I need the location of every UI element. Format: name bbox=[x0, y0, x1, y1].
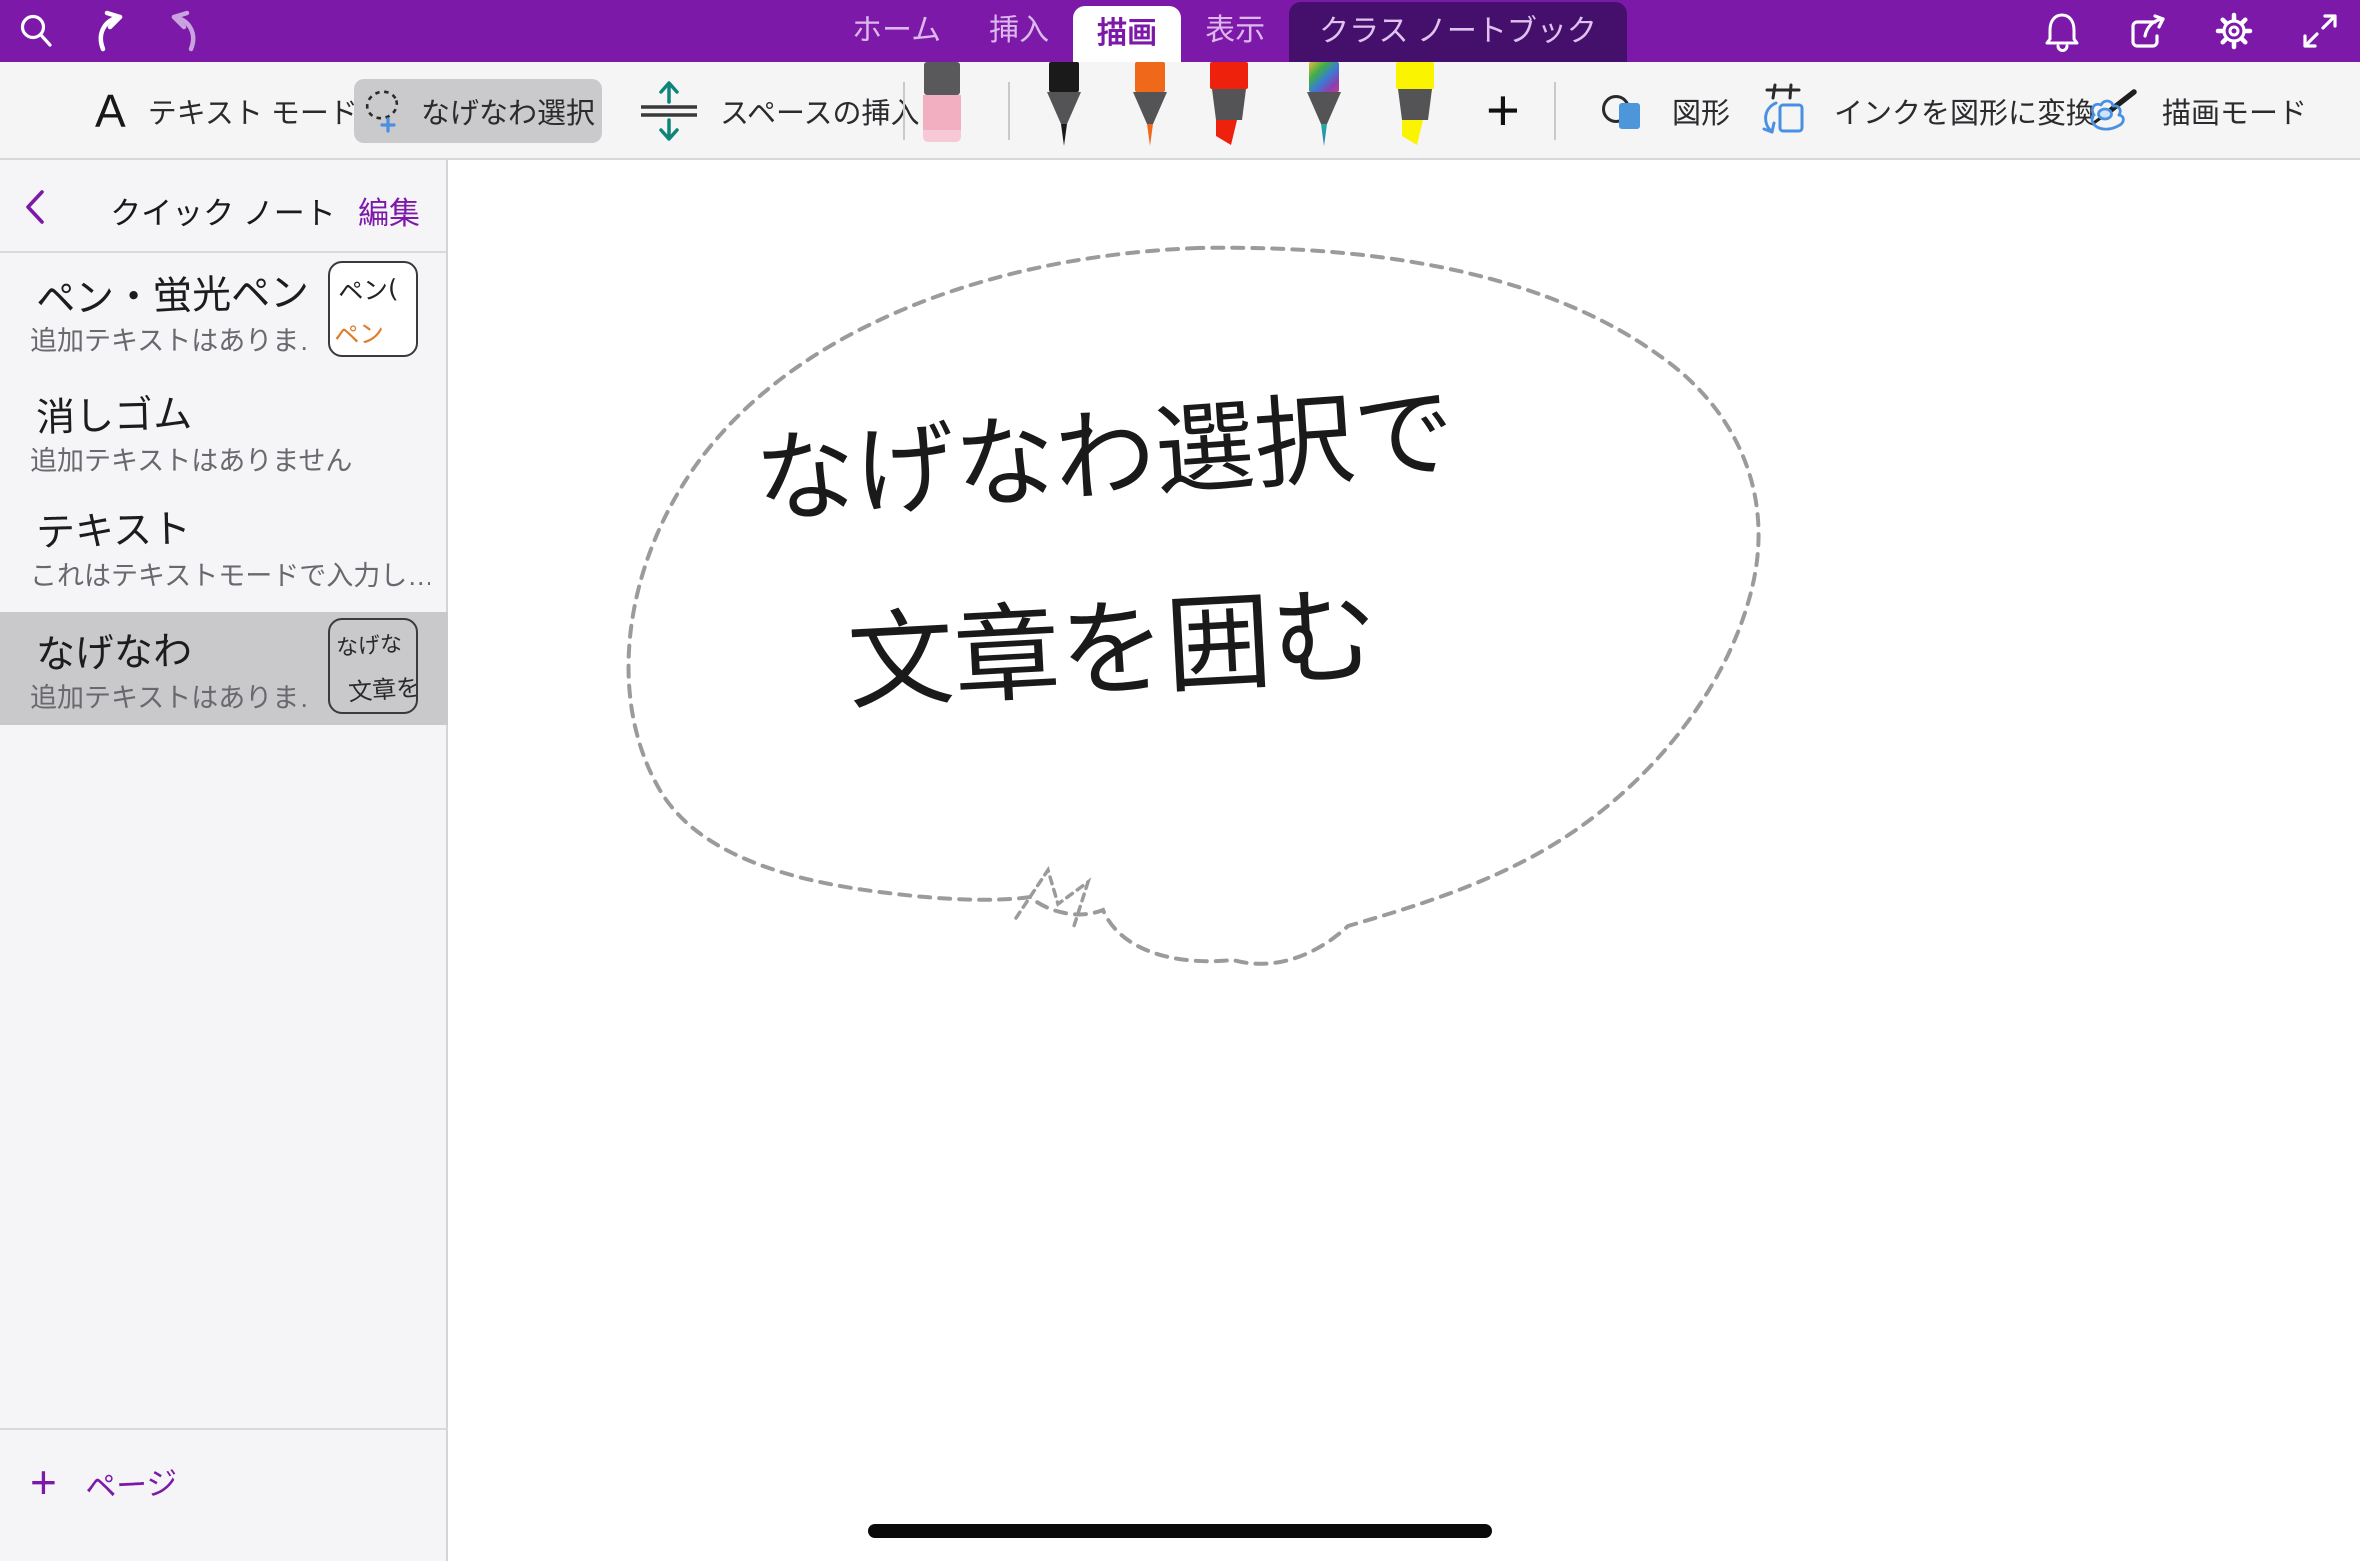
page-list-sidebar: クイック ノート 編集 ペン・蛍光ペン 追加テキストはありま… ペン( ペン 消… bbox=[0, 160, 448, 1561]
ink-to-shape-icon bbox=[1758, 83, 1812, 139]
lasso-select-button[interactable]: なげなわ選択 bbox=[354, 79, 602, 143]
page-title-ink: 消しゴム bbox=[35, 383, 192, 443]
page-subtitle: 追加テキストはありま… bbox=[30, 319, 310, 358]
thumbnail-ink-line: 文章を bbox=[347, 668, 418, 708]
onenote-app: ホーム 挿入 描画 表示 クラス ノートブック bbox=[0, 0, 2360, 1561]
edit-button[interactable]: 編集 bbox=[358, 188, 420, 233]
page-title-ink: ペン・蛍光ペン bbox=[35, 261, 309, 324]
ink-handwriting-line-1: なげなわ選択で bbox=[752, 373, 1458, 539]
shapes-label: 図形 bbox=[1672, 90, 1730, 132]
orange-pen-tool[interactable] bbox=[1128, 62, 1172, 148]
top-app-bar: ホーム 挿入 描画 表示 クラス ノートブック bbox=[0, 0, 2360, 62]
page-item-eraser[interactable]: 消しゴム 追加テキストはありません bbox=[0, 375, 448, 490]
insert-space-button[interactable]: スペースの挿入 bbox=[640, 62, 920, 160]
search-icon[interactable] bbox=[14, 9, 58, 53]
toolbar-separator bbox=[1008, 82, 1010, 140]
tab-insert[interactable]: 挿入 bbox=[965, 0, 1073, 62]
draw-toolbar: A テキスト モード なげなわ選択 bbox=[0, 62, 2360, 160]
sidebar-footer: + ページ bbox=[0, 1428, 448, 1561]
insert-space-icon bbox=[640, 79, 698, 143]
add-pen-button[interactable]: + bbox=[1486, 72, 1520, 150]
page-title-ink: テキスト bbox=[35, 498, 191, 558]
lasso-select-label: なげなわ選択 bbox=[421, 90, 595, 132]
draw-mode-label: 描画モード bbox=[2162, 90, 2307, 132]
add-page-label: ページ bbox=[84, 1457, 179, 1507]
ribbon-tabs: ホーム 挿入 描画 表示 クラス ノートブック bbox=[828, 0, 1627, 62]
thumbnail-ink-line: ペン( bbox=[337, 269, 399, 309]
page-title-ink: なげなわ bbox=[35, 620, 192, 680]
draw-mode-hand-pen-icon bbox=[2082, 85, 2140, 137]
ink-handwriting-line-2: 文章を囲む bbox=[845, 574, 1381, 725]
lasso-icon bbox=[361, 85, 407, 137]
insert-space-label: スペースの挿入 bbox=[720, 90, 920, 132]
tab-view[interactable]: 表示 bbox=[1181, 0, 1289, 62]
fullscreen-icon[interactable] bbox=[2298, 9, 2342, 53]
text-mode-label: テキスト モード bbox=[148, 90, 358, 132]
ink-to-shape-button[interactable]: インクを図形に変換 bbox=[1758, 62, 2095, 160]
page-subtitle: 追加テキストはありま… bbox=[30, 676, 310, 715]
page-subtitle: 追加テキストはありません bbox=[30, 439, 352, 478]
page-item-text[interactable]: テキスト これはテキストモードで入力し… bbox=[0, 490, 448, 612]
top-bar-right-icons bbox=[2040, 0, 2342, 62]
tab-home[interactable]: ホーム bbox=[828, 0, 965, 62]
share-icon[interactable] bbox=[2126, 9, 2170, 53]
tab-class-notebook[interactable]: クラス ノートブック bbox=[1289, 2, 1627, 62]
gear-icon[interactable] bbox=[2212, 9, 2256, 53]
ink-layer: なげなわ選択で 文章を囲む bbox=[448, 160, 2360, 1561]
note-canvas[interactable]: なげなわ選択で 文章を囲む bbox=[448, 160, 2360, 1561]
yellow-highlighter-tool[interactable] bbox=[1392, 62, 1438, 148]
shapes-icon bbox=[1600, 89, 1650, 133]
bell-icon[interactable] bbox=[2040, 9, 2084, 53]
tab-draw[interactable]: 描画 bbox=[1073, 6, 1181, 62]
page-thumbnail: なげな 文章を bbox=[328, 618, 418, 714]
page-subtitle: これはテキストモードで入力し… bbox=[30, 554, 430, 593]
shapes-button[interactable]: 図形 bbox=[1600, 62, 1730, 160]
text-mode-icon: A bbox=[95, 84, 126, 138]
eraser-tool[interactable] bbox=[920, 62, 964, 146]
top-bar-left-icons bbox=[14, 0, 206, 62]
page-item-lasso[interactable]: なげなわ 追加テキストはありま… なげな 文章を bbox=[0, 612, 448, 725]
thumbnail-ink-line: なげな bbox=[335, 626, 403, 663]
page-thumbnail: ペン( ペン bbox=[328, 261, 418, 357]
undo-icon[interactable] bbox=[88, 9, 132, 53]
toolbar-separator bbox=[903, 82, 905, 140]
red-marker-tool[interactable] bbox=[1206, 62, 1252, 148]
home-indicator-bar[interactable] bbox=[868, 1524, 1492, 1538]
add-page-button[interactable]: + ページ bbox=[30, 1452, 177, 1512]
toolbar-separator bbox=[1554, 82, 1556, 140]
redo-icon[interactable] bbox=[162, 9, 206, 53]
plus-icon: + bbox=[30, 1452, 57, 1512]
page-item-pen-highlighter[interactable]: ペン・蛍光ペン 追加テキストはありま… ペン( ペン bbox=[0, 255, 448, 375]
draw-mode-button[interactable]: 描画モード bbox=[2082, 62, 2307, 160]
thumbnail-ink-line: ペン bbox=[333, 313, 385, 352]
text-mode-button[interactable]: A テキスト モード bbox=[95, 62, 358, 160]
ink-to-shape-label: インクを図形に変換 bbox=[1834, 90, 2095, 132]
sidebar-header: クイック ノート 編集 bbox=[0, 160, 446, 253]
rainbow-pen-tool[interactable] bbox=[1302, 62, 1346, 148]
black-pen-tool[interactable] bbox=[1042, 62, 1086, 148]
